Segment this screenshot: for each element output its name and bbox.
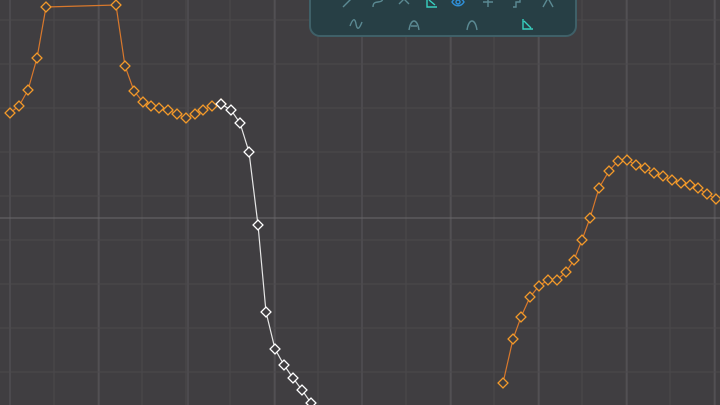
keyframe-diamond[interactable] [206, 100, 218, 112]
keyframe-diamond[interactable] [568, 254, 580, 266]
keyframe-diamond[interactable] [621, 154, 633, 166]
ease-out-curve-icon[interactable] [461, 13, 483, 35]
keyframe-diamond[interactable] [584, 212, 596, 224]
weighted-tangent-icon[interactable] [517, 13, 539, 35]
animation-curves[interactable] [0, 0, 720, 405]
stepped-interp-icon[interactable] [507, 0, 529, 13]
smooth-tangent-icon[interactable] [421, 0, 443, 13]
orange-curve-right-path[interactable] [502, 159, 717, 384]
linear-interp-icon[interactable] [337, 0, 359, 13]
keyframe-diamond[interactable] [710, 193, 720, 205]
keyframe-diamond[interactable] [507, 333, 519, 345]
orange-curve-left-path[interactable] [9, 4, 222, 119]
keyframe-diamond[interactable] [497, 377, 509, 389]
keyframe-diamond[interactable] [225, 104, 237, 116]
keyframe-diamond[interactable] [153, 102, 165, 114]
keyframe-diamond[interactable] [639, 162, 651, 174]
keyframe-diamond[interactable] [243, 146, 255, 158]
keyframe-diamond[interactable] [234, 117, 246, 129]
keyframe-diamond[interactable] [657, 170, 669, 182]
keyframe-diamond[interactable] [305, 397, 317, 405]
bezier-interp-icon[interactable] [367, 0, 389, 13]
keyframe-diamond[interactable] [40, 1, 52, 13]
keyframe-diamond[interactable] [13, 100, 25, 112]
flat-tangent-icon[interactable] [477, 0, 499, 13]
keyframe-diamond[interactable] [675, 177, 687, 189]
keyframe-diamond[interactable] [576, 234, 588, 246]
keyframe-diamond[interactable] [4, 107, 16, 119]
keyframe-diamond[interactable] [515, 311, 527, 323]
auto-tangent-icon[interactable] [537, 0, 559, 13]
keyframe-diamond[interactable] [666, 174, 678, 186]
white-curve-path[interactable] [220, 103, 312, 404]
keyframe-diamond[interactable] [22, 84, 34, 96]
keyframe-diamond[interactable] [269, 343, 281, 355]
keyframe-diamond[interactable] [215, 98, 227, 110]
keyframe-diamond[interactable] [296, 384, 308, 396]
keyframe-diamond[interactable] [701, 188, 713, 200]
keyframe-diamond[interactable] [180, 112, 192, 124]
keyframe-diamond[interactable] [260, 306, 272, 318]
keyframe-diamond[interactable] [252, 219, 264, 231]
tangent-toolbar [309, 0, 577, 37]
ease-in-curve-icon[interactable] [403, 13, 425, 35]
curve-graph-editor[interactable] [0, 0, 720, 405]
keyframe-diamond[interactable] [110, 0, 122, 11]
keyframe-diamond[interactable] [648, 167, 660, 179]
keyframe-diamond[interactable] [171, 108, 183, 120]
keyframe-diamond[interactable] [278, 359, 290, 371]
keyframe-diamond[interactable] [287, 372, 299, 384]
keyframe-diamond[interactable] [630, 159, 642, 171]
ease-in-out-curve-icon[interactable] [345, 13, 367, 35]
keyframe-diamond[interactable] [162, 104, 174, 116]
keyframe-diamond[interactable] [31, 52, 43, 64]
break-tangent-icon[interactable] [393, 0, 415, 13]
keyframe-diamond[interactable] [593, 182, 605, 194]
eye-visibility-icon[interactable] [447, 0, 469, 13]
keyframe-diamond[interactable] [119, 60, 131, 72]
